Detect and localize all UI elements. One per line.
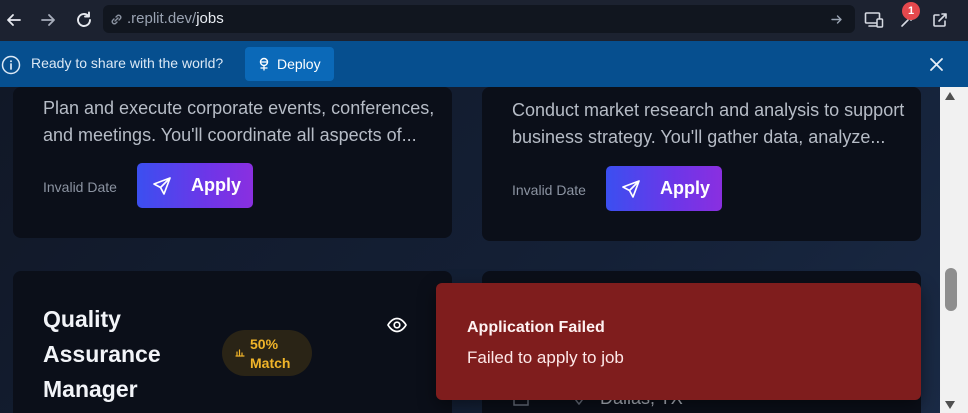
open-external-button[interactable] bbox=[928, 8, 952, 32]
toast-message: Failed to apply to job bbox=[467, 348, 624, 367]
job-date: Invalid Date bbox=[43, 179, 117, 195]
apply-label: Apply bbox=[191, 175, 242, 195]
job-title: Quality Assurance Manager bbox=[43, 306, 161, 402]
deploy-button[interactable]: Deploy bbox=[245, 47, 334, 81]
link-icon bbox=[111, 14, 122, 25]
job-description: Conduct market research and analysis to … bbox=[512, 100, 905, 147]
banner-message: Ready to share with the world? bbox=[31, 55, 224, 71]
address-bar[interactable]: .replit.dev/jobs bbox=[103, 5, 855, 33]
send-icon bbox=[153, 177, 171, 195]
forward-icon bbox=[41, 14, 55, 26]
scrollbar[interactable] bbox=[940, 87, 968, 413]
browser-toolbar: .replit.dev/jobs 1 bbox=[0, 0, 968, 41]
deploy-label: Deploy bbox=[277, 56, 321, 72]
arrow-right-icon[interactable] bbox=[830, 13, 843, 26]
devices-icon bbox=[864, 12, 884, 28]
deploy-icon bbox=[259, 57, 269, 71]
info-icon bbox=[1, 55, 21, 75]
devices-button[interactable] bbox=[862, 8, 886, 32]
job-description: Plan and execute corporate events, confe… bbox=[43, 98, 435, 145]
apply-button[interactable]: Apply bbox=[606, 166, 722, 211]
match-label: Match bbox=[250, 355, 291, 371]
apply-label: Apply bbox=[660, 178, 711, 198]
deploy-banner: Ready to share with the world? bbox=[0, 41, 968, 87]
send-icon bbox=[622, 180, 640, 198]
back-button[interactable] bbox=[2, 8, 26, 32]
job-card: Conduct market research and analysis to … bbox=[482, 87, 921, 241]
toast-title: Application Failed bbox=[467, 319, 605, 336]
job-card: Plan and execute corporate events, confe… bbox=[13, 87, 452, 238]
match-badge: 50% Match bbox=[222, 330, 312, 376]
apply-button[interactable]: Apply bbox=[137, 163, 253, 208]
match-percent: 50% bbox=[250, 336, 279, 352]
eye-icon[interactable] bbox=[386, 314, 408, 336]
url-path: jobs bbox=[196, 10, 224, 27]
reload-button[interactable] bbox=[72, 8, 96, 32]
error-toast[interactable]: Application Failed Failed to apply to jo… bbox=[436, 283, 921, 400]
url-host: .replit.dev/ bbox=[127, 10, 197, 27]
open-external-icon bbox=[933, 13, 947, 27]
job-date: Invalid Date bbox=[512, 182, 586, 198]
url-text: .replit.dev/jobs bbox=[127, 10, 224, 27]
chart-icon bbox=[235, 349, 245, 357]
forward-button[interactable] bbox=[36, 8, 60, 32]
scrollbar-thumb[interactable] bbox=[945, 268, 957, 311]
scroll-up-icon[interactable] bbox=[944, 91, 956, 101]
close-icon[interactable] bbox=[929, 57, 944, 72]
notification-badge: 1 bbox=[902, 2, 920, 20]
reload-icon bbox=[77, 11, 91, 27]
back-icon bbox=[7, 14, 21, 26]
scroll-down-icon[interactable] bbox=[944, 400, 956, 410]
